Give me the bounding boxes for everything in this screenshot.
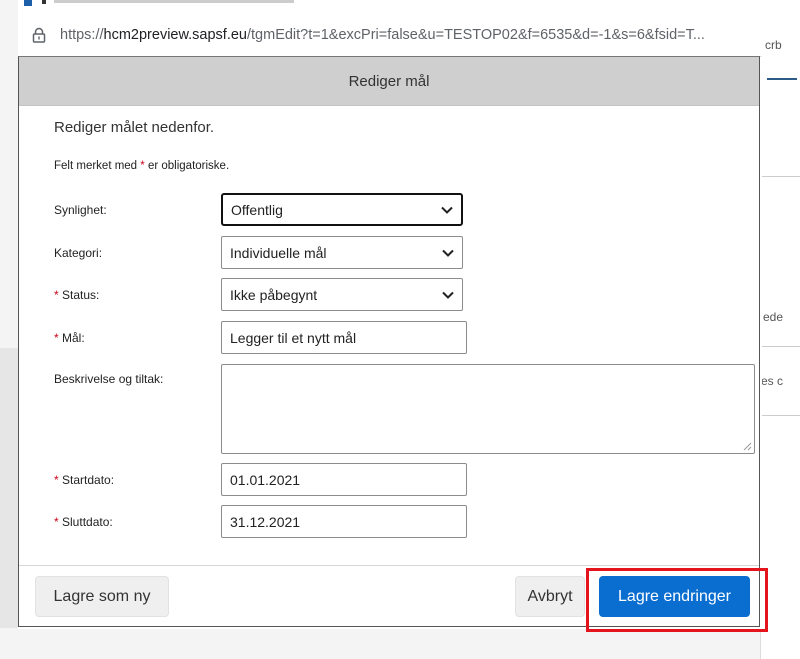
- url-path: /tgmEdit?t=1&excPri=false&u=TESTOP02&f=6…: [247, 27, 705, 43]
- chevron-down-icon: [442, 249, 454, 257]
- save-changes-button[interactable]: Lagre endringer: [599, 576, 750, 617]
- required-fields-note: Felt merket med * er obligatoriske.: [54, 160, 230, 172]
- visibility-label: Synlighet:: [54, 203, 107, 217]
- background-text: es c: [761, 374, 784, 388]
- lock-icon: [32, 27, 46, 43]
- category-value: Individuelle mål: [230, 244, 327, 261]
- visibility-value: Offentlig: [231, 201, 283, 218]
- goal-value: Legger til et nytt mål: [230, 329, 357, 346]
- save-as-new-button[interactable]: Lagre som ny: [35, 576, 169, 617]
- window-title-strip: [18, 0, 762, 14]
- required-star: *: [54, 331, 59, 345]
- cancel-button[interactable]: Avbryt: [515, 576, 585, 617]
- description-label: Beskrivelse og tiltak:: [54, 372, 164, 386]
- status-select[interactable]: Ikke påbegynt: [221, 278, 463, 311]
- required-star: *: [54, 515, 59, 529]
- background-right-column: crb ede es c: [760, 0, 800, 659]
- status-value: Ikke påbegynt: [230, 286, 318, 303]
- resize-handle-icon[interactable]: [742, 441, 752, 451]
- description-textarea[interactable]: [221, 364, 755, 454]
- popup-window: https://hcm2preview.sapsf.eu/tgmEdit?t=1…: [18, 0, 762, 629]
- background-text: crb: [765, 38, 782, 52]
- end-date-input[interactable]: 31.12.2021: [221, 505, 467, 538]
- status-label: * Status:: [54, 288, 100, 302]
- background-text: ede: [763, 310, 784, 324]
- dialog-footer: Lagre som ny Avbryt Lagre endringer: [19, 565, 759, 626]
- visibility-select[interactable]: Offentlig: [221, 193, 463, 226]
- required-star: *: [54, 288, 59, 302]
- address-bar[interactable]: https://hcm2preview.sapsf.eu/tgmEdit?t=1…: [18, 14, 762, 57]
- end-date-label: * Sluttdato:: [54, 515, 113, 529]
- background-divider: [761, 176, 800, 177]
- end-date-value: 31.12.2021: [230, 513, 301, 530]
- dialog-title: Rediger mål: [19, 57, 759, 106]
- background-divider: [761, 415, 800, 416]
- goal-label: * Mål:: [54, 331, 85, 345]
- dialog-intro: Rediger målet nedenfor.: [54, 119, 215, 136]
- required-star: *: [54, 473, 59, 487]
- background-panel: [0, 348, 20, 628]
- edit-goal-dialog: Rediger mål Rediger målet nedenfor. Felt…: [18, 56, 760, 627]
- url-host: hcm2preview.sapsf.eu: [103, 27, 247, 43]
- category-select[interactable]: Individuelle mål: [221, 236, 463, 269]
- background-divider: [761, 346, 800, 347]
- goal-input[interactable]: Legger til et nytt mål: [221, 321, 467, 354]
- start-date-value: 01.01.2021: [230, 471, 301, 488]
- background-divider: [767, 78, 797, 80]
- chevron-down-icon: [441, 206, 453, 214]
- url-text[interactable]: https://hcm2preview.sapsf.eu/tgmEdit?t=1…: [60, 27, 750, 43]
- chevron-down-icon: [442, 291, 454, 299]
- start-date-label: * Startdato:: [54, 473, 115, 487]
- category-label: Kategori:: [54, 246, 103, 260]
- start-date-input[interactable]: 01.01.2021: [221, 463, 467, 496]
